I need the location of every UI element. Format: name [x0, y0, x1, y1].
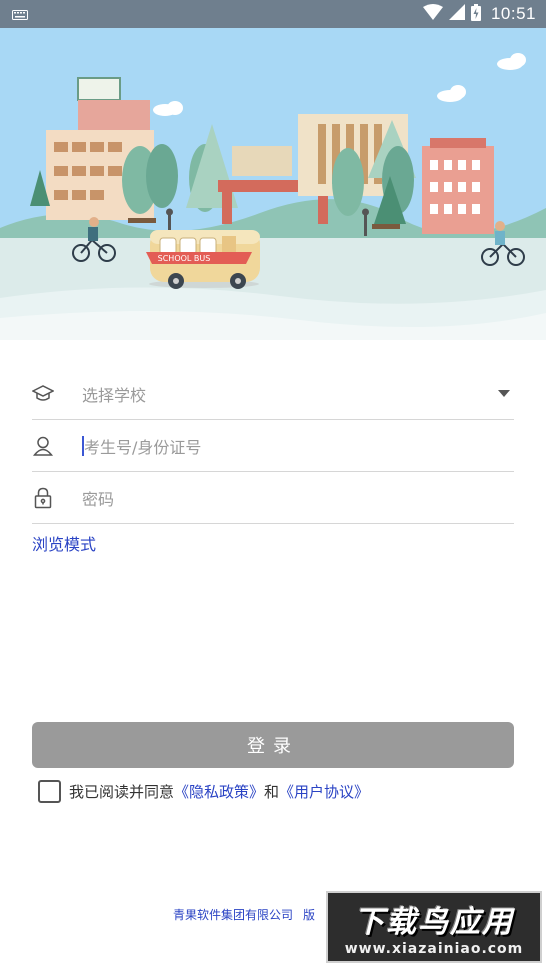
id-number-placeholder: 考生号/身份证号: [84, 437, 202, 457]
footer: 青果软件集团有限公司版: [173, 906, 315, 923]
watermark-url: www.xiazainiao.com: [344, 941, 524, 957]
login-button[interactable]: 登录: [32, 722, 514, 768]
dropdown-arrow-icon: [498, 390, 510, 397]
password-placeholder: 密码: [82, 489, 115, 509]
signal-icon: [448, 4, 465, 24]
keyboard-icon: [12, 5, 28, 24]
agreement-row: 我已阅读并同意 《隐私政策》 和 《用户协议》: [38, 778, 369, 804]
school-select-placeholder: 选择学校: [82, 385, 147, 405]
wifi-icon: [422, 4, 443, 24]
agreement-conjunction: 和: [264, 782, 280, 801]
login-screen: 10:51 SCHOOL BUS 选择学校 考生号/身份证号 密码 浏览模式 登…: [0, 0, 546, 968]
status-time: 10:51: [490, 4, 536, 23]
footer-company: 青果软件集团有限公司: [173, 908, 294, 922]
battery-icon: [470, 3, 481, 25]
privacy-policy-link[interactable]: 《隐私政策》: [174, 781, 264, 802]
footer-copyright: 版: [303, 908, 316, 922]
school-select[interactable]: 选择学校: [32, 368, 514, 420]
campus-banner-illustration: SCHOOL BUS: [0, 28, 546, 340]
user-icon: [32, 435, 54, 457]
watermark-logo: 下载鸟应用 www.xiazainiao.com: [326, 891, 542, 963]
user-agreement-link[interactable]: 《用户协议》: [279, 781, 369, 802]
agreement-prefix: 我已阅读并同意: [69, 782, 175, 801]
id-number-input[interactable]: 考生号/身份证号: [32, 420, 514, 472]
graduation-cap-icon: [32, 383, 54, 405]
status-bar: 10:51: [0, 0, 546, 28]
lock-icon: [32, 487, 54, 509]
watermark-title: 下载鸟应用: [354, 905, 514, 940]
agreement-checkbox[interactable]: [38, 779, 61, 803]
password-input[interactable]: 密码: [32, 472, 514, 524]
browse-mode-link[interactable]: 浏览模式: [32, 531, 96, 555]
bus-sign-text: SCHOOL BUS: [158, 254, 211, 263]
